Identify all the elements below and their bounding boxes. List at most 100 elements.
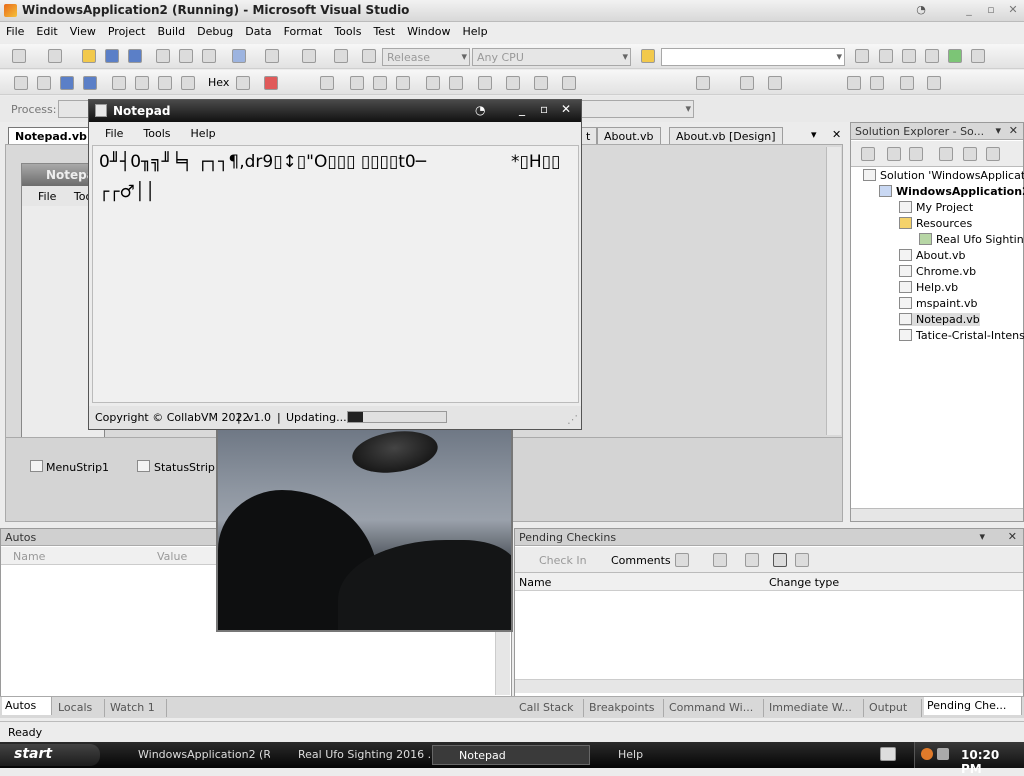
- taskbar-item-visual-studio[interactable]: WindowsApplication2 (R...: [112, 745, 270, 765]
- tree-real-ufo-sighting[interactable]: Real Ufo Sighting: [919, 233, 1024, 246]
- hex-toggle[interactable]: Hex: [208, 76, 229, 89]
- breakpoint-icon[interactable]: [236, 76, 250, 90]
- bring-to-front-icon[interactable]: [847, 76, 861, 90]
- designer-menu-file[interactable]: File: [38, 190, 56, 203]
- tree-resources[interactable]: Resources: [899, 217, 972, 230]
- menu-edit[interactable]: Edit: [30, 22, 63, 38]
- close-button[interactable]: ✕: [1005, 3, 1021, 17]
- find-combo[interactable]: [661, 48, 845, 66]
- restore-button[interactable]: ▫: [983, 3, 999, 17]
- align-bottoms-icon[interactable]: [449, 76, 463, 90]
- comments-button[interactable]: Comments: [611, 554, 671, 567]
- step-over-icon[interactable]: [135, 76, 149, 90]
- taskbar-item-help[interactable]: Help: [592, 745, 750, 765]
- notepad-close-button[interactable]: ✕: [561, 102, 571, 116]
- close-icon[interactable]: ✕: [1009, 124, 1018, 137]
- tab-about-vb-design[interactable]: About.vb [Design]: [669, 127, 783, 144]
- horizontal-spacing-icon[interactable]: [534, 76, 548, 90]
- notepad-menu-tools[interactable]: Tools: [133, 127, 180, 140]
- tree-solution[interactable]: Solution 'WindowsApplication2: [863, 169, 1024, 182]
- tab-immediate-window[interactable]: Immediate W...: [766, 699, 864, 717]
- tab-call-stack[interactable]: Call Stack: [516, 699, 584, 717]
- undo-icon[interactable]: [232, 49, 246, 63]
- align-tops-icon[interactable]: [396, 76, 410, 90]
- show-all-files-icon[interactable]: [887, 147, 901, 161]
- network-icon[interactable]: [937, 748, 949, 760]
- tab-pending-checkins[interactable]: Pending Che...: [924, 697, 1022, 715]
- toolbox-icon[interactable]: [925, 49, 939, 63]
- tree-notepad-vb[interactable]: Notepad.vb: [899, 313, 980, 326]
- tab-locals[interactable]: Locals: [55, 699, 105, 717]
- tab-breakpoints[interactable]: Breakpoints: [586, 699, 664, 717]
- notepad-maximize-button[interactable]: ▫: [540, 102, 548, 116]
- lock-controls-icon[interactable]: [900, 76, 914, 90]
- taskbar-item-notepad[interactable]: Notepad: [432, 745, 590, 765]
- restart-icon[interactable]: [83, 76, 97, 90]
- size-to-grid-icon[interactable]: [506, 76, 520, 90]
- object-browser-icon[interactable]: [902, 49, 916, 63]
- platform-select[interactable]: Any CPU: [472, 48, 631, 66]
- menu-build[interactable]: Build: [151, 22, 191, 38]
- step-into-icon[interactable]: [112, 76, 126, 90]
- align-middles-icon[interactable]: [426, 76, 440, 90]
- tree-tatice-cristal[interactable]: Tatice-Cristal-Intense: [899, 329, 1024, 342]
- menu-data[interactable]: Data: [239, 22, 277, 38]
- pending-hscrollbar[interactable]: [515, 679, 1023, 693]
- shelve-icon[interactable]: [675, 553, 689, 567]
- notepad-text-area[interactable]: 0╜┤0╖╗╜╘╕ ┌┐┐¶,dr9▯↕▯"O▯▯▯ ▯▯▯▯t0─ *▯H▯▯…: [92, 145, 579, 403]
- help-icon[interactable]: ◔: [913, 3, 929, 17]
- pending-col-change[interactable]: Change type: [769, 576, 839, 589]
- show-next-statement-icon[interactable]: [181, 76, 195, 90]
- open-icon[interactable]: [82, 49, 96, 63]
- ufo-image-window[interactable]: [216, 428, 513, 632]
- minimize-button[interactable]: _: [961, 3, 977, 17]
- cut-icon[interactable]: [156, 49, 170, 63]
- start-debug-icon[interactable]: [362, 49, 376, 63]
- windows-icon[interactable]: [264, 76, 278, 90]
- designer-vscrollbar[interactable]: [826, 147, 841, 435]
- start-page-icon[interactable]: [948, 49, 962, 63]
- resize-grip-icon[interactable]: ⋰: [567, 413, 578, 426]
- tree-view-icon[interactable]: [795, 553, 809, 567]
- view-code-icon[interactable]: [939, 147, 953, 161]
- pin-icon[interactable]: ▾: [995, 124, 1001, 137]
- stop-icon[interactable]: [60, 76, 74, 90]
- solution-explorer-icon[interactable]: [855, 49, 869, 63]
- navigate-icon[interactable]: [302, 49, 316, 63]
- align-centers-icon[interactable]: [350, 76, 364, 90]
- autos-col-name[interactable]: Name: [13, 550, 45, 563]
- align-rights-icon[interactable]: [373, 76, 387, 90]
- step-out-icon[interactable]: [158, 76, 172, 90]
- center-horizontally-icon[interactable]: [740, 76, 754, 90]
- flat-view-icon[interactable]: [773, 553, 787, 567]
- send-to-back-icon[interactable]: [870, 76, 884, 90]
- start-button[interactable]: start: [0, 744, 100, 766]
- break-all-icon[interactable]: [37, 76, 51, 90]
- menu-format[interactable]: Format: [278, 22, 329, 38]
- check-in-button[interactable]: Check In: [539, 554, 587, 567]
- notepad-menu-file[interactable]: File: [95, 127, 133, 140]
- tab-command-window[interactable]: Command Wi...: [666, 699, 764, 717]
- menu-file[interactable]: File: [0, 22, 30, 38]
- center-vertically-icon[interactable]: [768, 76, 782, 90]
- tab-order-icon[interactable]: [927, 76, 941, 90]
- refresh-icon[interactable]: [909, 147, 923, 161]
- paste-icon[interactable]: [202, 49, 216, 63]
- menu-help[interactable]: Help: [456, 22, 493, 38]
- properties-icon[interactable]: [861, 147, 875, 161]
- menu-window[interactable]: Window: [401, 22, 456, 38]
- help-icon[interactable]: ◔: [475, 103, 485, 117]
- menu-view[interactable]: View: [64, 22, 102, 38]
- class-diagram-icon[interactable]: [986, 147, 1000, 161]
- save-all-icon[interactable]: [128, 49, 142, 63]
- menu-tools[interactable]: Tools: [328, 22, 367, 38]
- sort-icon[interactable]: [713, 553, 727, 567]
- tree-chrome-vb[interactable]: Chrome.vb: [899, 265, 976, 278]
- copy-icon[interactable]: [179, 49, 193, 63]
- language-bar-icon[interactable]: [880, 747, 896, 761]
- vertical-spacing-icon[interactable]: [696, 76, 710, 90]
- tab-watch-1[interactable]: Watch 1: [107, 699, 167, 717]
- find-in-files-icon[interactable]: [641, 49, 655, 63]
- tree-about-vb[interactable]: About.vb: [899, 249, 966, 262]
- command-window-icon[interactable]: [971, 49, 985, 63]
